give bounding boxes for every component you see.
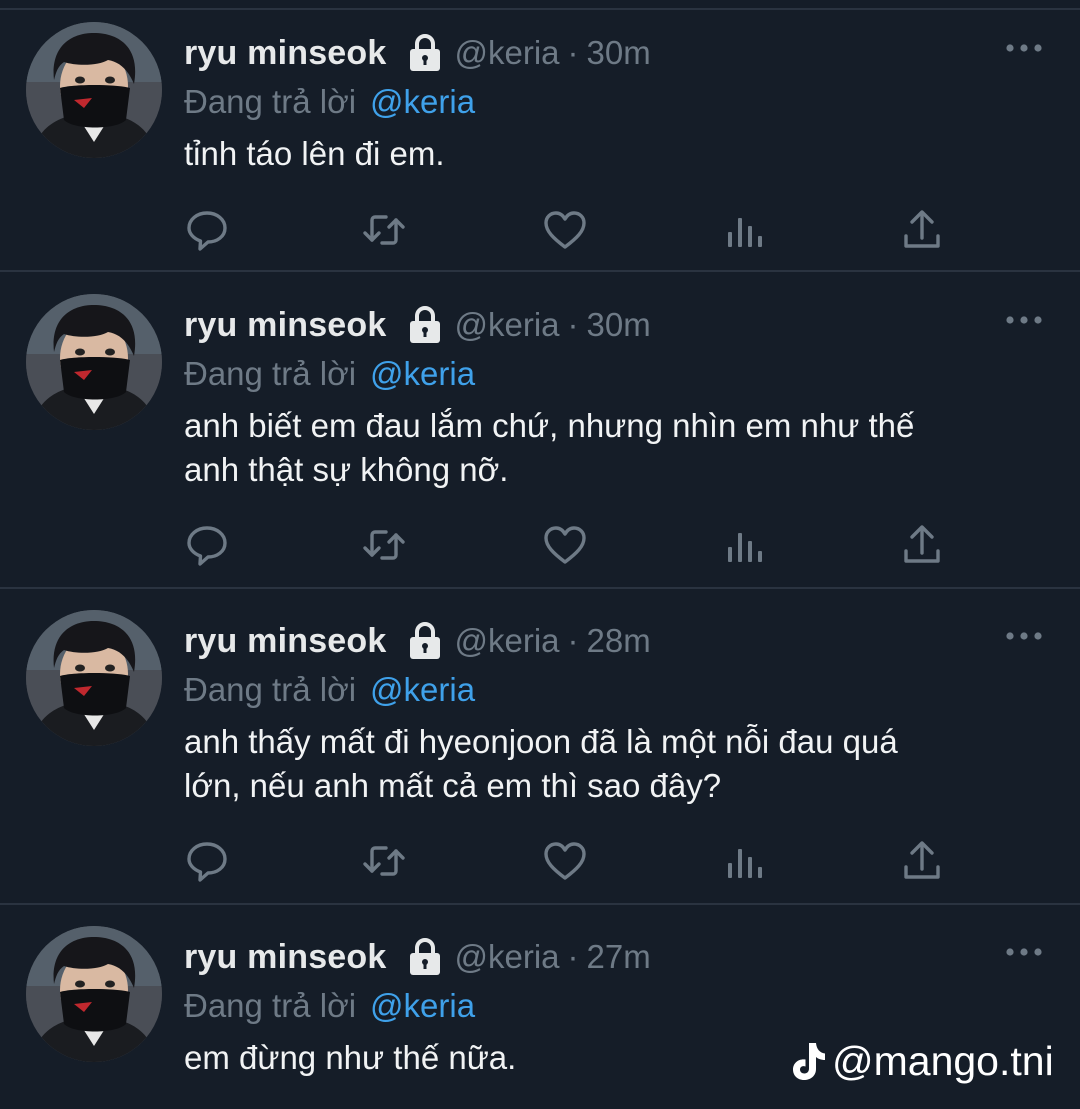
separator: · bbox=[567, 622, 579, 659]
timestamp[interactable]: 30m bbox=[587, 306, 651, 344]
share-icon[interactable] bbox=[898, 206, 946, 254]
retweet-icon[interactable] bbox=[360, 521, 408, 569]
tweet-text: anh biết em đau lắm chứ, nhưng nhìn em n… bbox=[184, 407, 915, 488]
heart-icon[interactable] bbox=[541, 206, 589, 254]
display-name[interactable]: ryu minseok bbox=[184, 306, 387, 345]
reply-context: Đang trả lời @keria bbox=[184, 984, 475, 1028]
reply-icon[interactable] bbox=[183, 837, 231, 885]
analytics-icon[interactable] bbox=[720, 206, 768, 254]
tweet-card[interactable]: ryu minseok @keria · 28m Đang trả lời @k… bbox=[0, 598, 1080, 905]
more-options-icon[interactable] bbox=[1004, 628, 1044, 644]
heart-icon[interactable] bbox=[541, 521, 589, 569]
tweet-text: tỉnh táo lên đi em. bbox=[184, 135, 445, 172]
watermark-text: @mango.tni bbox=[832, 1037, 1054, 1084]
avatar[interactable] bbox=[26, 294, 162, 430]
tweet-thread: ryu minseok @keria · 30m Đang trả lời @k… bbox=[0, 0, 1080, 1109]
separator: · bbox=[567, 34, 579, 71]
timestamp[interactable]: 30m bbox=[587, 34, 651, 72]
tweet-divider bbox=[0, 587, 1080, 589]
reply-mention-link[interactable]: @keria bbox=[370, 355, 475, 393]
more-options-icon[interactable] bbox=[1004, 40, 1044, 56]
tweet-divider bbox=[0, 270, 1080, 272]
separator: · bbox=[567, 938, 579, 975]
display-name[interactable]: ryu minseok bbox=[184, 34, 387, 73]
heart-icon[interactable] bbox=[541, 837, 589, 885]
reply-prefix: Đang trả lời bbox=[184, 987, 357, 1024]
timestamp[interactable]: 28m bbox=[587, 622, 651, 660]
analytics-icon[interactable] bbox=[720, 521, 768, 569]
reply-context: Đang trả lời @keria bbox=[184, 352, 475, 396]
analytics-icon[interactable] bbox=[720, 837, 768, 885]
handle[interactable]: @keria bbox=[455, 306, 560, 344]
tweet-card[interactable]: ryu minseok @keria · 30m Đang trả lời @k… bbox=[0, 282, 1080, 589]
reply-mention-link[interactable]: @keria bbox=[370, 987, 475, 1025]
reply-icon[interactable] bbox=[183, 521, 231, 569]
handle[interactable]: @keria bbox=[455, 938, 560, 976]
retweet-icon[interactable] bbox=[360, 206, 408, 254]
display-name[interactable]: ryu minseok bbox=[184, 622, 387, 661]
more-options-icon[interactable] bbox=[1004, 312, 1044, 328]
avatar[interactable] bbox=[26, 22, 162, 158]
reply-mention-link[interactable]: @keria bbox=[370, 83, 475, 121]
tweet-header: ryu minseok @keria · 30m bbox=[184, 300, 651, 350]
reply-mention-link[interactable]: @keria bbox=[370, 671, 475, 709]
tweet-header: ryu minseok @keria · 27m bbox=[184, 932, 651, 982]
avatar[interactable] bbox=[26, 926, 162, 1062]
tweet-header: ryu minseok @keria · 30m bbox=[184, 28, 651, 78]
display-name[interactable]: ryu minseok bbox=[184, 938, 387, 977]
lock-icon bbox=[407, 33, 443, 73]
share-icon[interactable] bbox=[898, 521, 946, 569]
lock-icon bbox=[407, 305, 443, 345]
tweet-text: anh thấy mất đi hyeonjoon đã là một nỗi … bbox=[184, 723, 898, 804]
action-bar bbox=[0, 206, 1080, 256]
reply-prefix: Đang trả lời bbox=[184, 671, 357, 708]
lock-icon bbox=[407, 621, 443, 661]
more-options-icon[interactable] bbox=[1004, 944, 1044, 960]
retweet-icon[interactable] bbox=[360, 837, 408, 885]
lock-icon bbox=[407, 937, 443, 977]
tweet-card[interactable]: ryu minseok @keria · 30m Đang trả lời @k… bbox=[0, 10, 1080, 272]
tweet-divider bbox=[0, 903, 1080, 905]
reply-prefix: Đang trả lời bbox=[184, 83, 357, 120]
reply-icon[interactable] bbox=[183, 206, 231, 254]
reply-prefix: Đang trả lời bbox=[184, 355, 357, 392]
reply-context: Đang trả lời @keria bbox=[184, 80, 475, 124]
timestamp[interactable]: 27m bbox=[587, 938, 651, 976]
tweet-header: ryu minseok @keria · 28m bbox=[184, 616, 651, 666]
avatar[interactable] bbox=[26, 610, 162, 746]
action-bar bbox=[0, 521, 1080, 571]
handle[interactable]: @keria bbox=[455, 34, 560, 72]
share-icon[interactable] bbox=[898, 837, 946, 885]
separator: · bbox=[567, 306, 579, 343]
action-bar bbox=[0, 837, 1080, 887]
tiktok-icon bbox=[788, 1039, 828, 1083]
watermark: @mango.tni bbox=[788, 1034, 1054, 1088]
reply-context: Đang trả lời @keria bbox=[184, 668, 475, 712]
handle[interactable]: @keria bbox=[455, 622, 560, 660]
